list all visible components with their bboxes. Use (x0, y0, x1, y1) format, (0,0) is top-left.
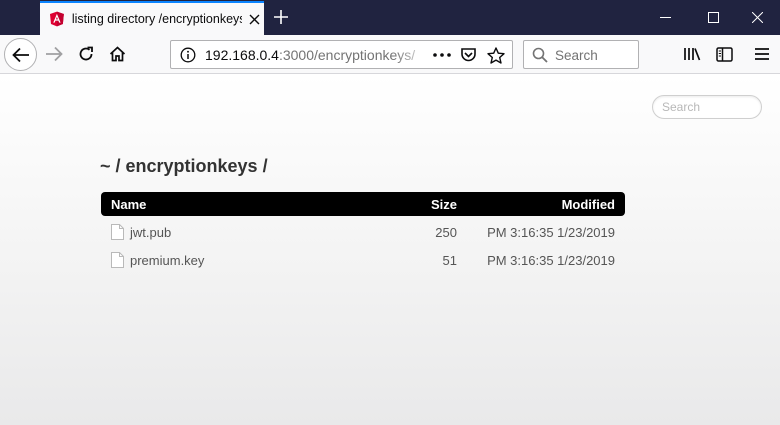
table-header: Name Size Modified (101, 192, 625, 216)
file-modified: PM 3:16:35 1/23/2019 (487, 253, 615, 268)
file-size: 51 (442, 253, 457, 268)
forward-arrow-icon[interactable] (39, 39, 69, 69)
window-close-icon[interactable] (734, 0, 780, 34)
table-row[interactable]: premium.key 51 PM 3:16:35 1/23/2019 (101, 246, 625, 274)
column-header-modified: Modified (561, 197, 615, 212)
file-icon (111, 252, 124, 268)
search-icon (532, 47, 548, 63)
pocket-icon[interactable] (458, 46, 478, 64)
angular-icon (49, 11, 64, 27)
url-host: 192.168.0.4 (205, 47, 279, 63)
breadcrumb: ~ / encryptionkeys / (100, 156, 268, 176)
browser-search-placeholder: Search (555, 48, 598, 63)
back-arrow-icon[interactable] (4, 38, 37, 71)
browser-search-bar[interactable]: Search (523, 40, 639, 69)
browser-tab[interactable]: listing directory /encryptionkeys (40, 1, 264, 35)
file-name-link[interactable]: premium.key (130, 253, 204, 268)
sidebar-icon[interactable] (709, 39, 739, 69)
page-search-input[interactable] (652, 95, 762, 119)
file-name-link[interactable]: jwt.pub (130, 225, 171, 240)
library-icon[interactable] (677, 39, 707, 69)
table-row[interactable]: jwt.pub 250 PM 3:16:35 1/23/2019 (101, 218, 625, 246)
reload-icon[interactable] (71, 39, 101, 69)
new-tab-plus-icon[interactable] (270, 6, 292, 28)
tab-title: listing directory /encryptionkeys (71, 12, 243, 26)
bookmark-star-icon[interactable] (486, 46, 506, 64)
file-size: 250 (435, 225, 457, 240)
hamburger-menu-icon[interactable] (747, 39, 777, 69)
url-fade (393, 43, 433, 67)
title-bar: listing directory /encryptionkeys (0, 0, 780, 35)
info-icon[interactable] (178, 46, 198, 64)
minimize-icon[interactable] (642, 0, 688, 34)
home-icon[interactable] (102, 39, 132, 69)
maximize-icon[interactable] (690, 0, 736, 34)
navigation-toolbar: 192.168.0.4:3000/encryptionkeys/ Search (0, 35, 780, 74)
page-content: ~ / encryptionkeys / Name Size Modified … (0, 75, 780, 425)
column-header-name: Name (111, 197, 147, 212)
tab-close-icon[interactable] (244, 9, 264, 29)
url-bar[interactable]: 192.168.0.4:3000/encryptionkeys/ (170, 40, 513, 69)
page-actions-icon[interactable] (432, 46, 452, 64)
file-icon (111, 224, 124, 240)
column-header-size: Size (430, 197, 457, 212)
file-modified: PM 3:16:35 1/23/2019 (487, 225, 615, 240)
